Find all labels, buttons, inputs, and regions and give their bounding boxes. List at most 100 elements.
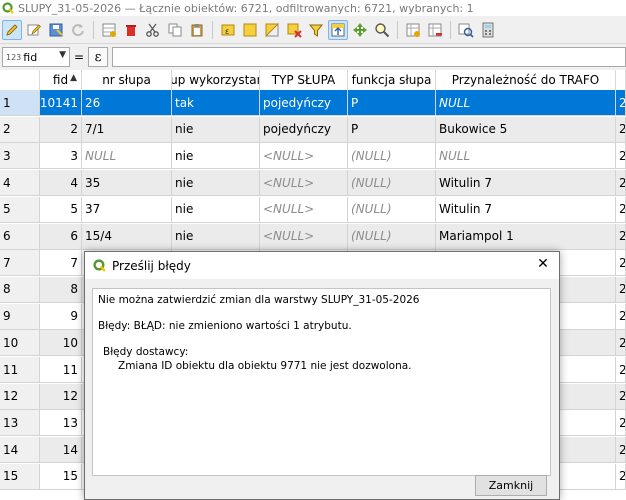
table-cell[interactable]: 2: [616, 357, 626, 383]
delete-feature-button[interactable]: [121, 20, 141, 40]
save-edits-button[interactable]: [46, 20, 66, 40]
table-cell[interactable]: 2: [616, 437, 626, 464]
table-cell[interactable]: 12: [40, 383, 82, 410]
toggle-editing-button[interactable]: [2, 19, 22, 40]
table-row[interactable]: 2 2 7/1 nie pojedyńczy P Bukowice 52: [0, 116, 626, 143]
table-cell[interactable]: 9: [40, 303, 82, 330]
new-field-button[interactable]: [403, 20, 423, 40]
table-cell[interactable]: NULL: [436, 90, 616, 116]
row-number[interactable]: 12: [0, 383, 40, 410]
table-cell[interactable]: 2: [616, 90, 626, 116]
expression-builder-button[interactable]: ε: [88, 47, 108, 67]
row-number[interactable]: 11: [0, 357, 40, 383]
row-number[interactable]: 10: [0, 330, 40, 357]
row-number[interactable]: 13: [0, 410, 40, 437]
table-cell[interactable]: nie: [172, 116, 260, 143]
deselect-all-button[interactable]: [284, 20, 304, 40]
table-cell[interactable]: 2: [616, 383, 626, 410]
invert-selection-button[interactable]: [262, 20, 282, 40]
table-cell[interactable]: 2: [616, 116, 626, 143]
table-cell[interactable]: 3: [40, 143, 82, 170]
table-cell[interactable]: 7: [40, 250, 82, 277]
table-cell[interactable]: 15/4: [82, 223, 172, 250]
column-header[interactable]: łup wykorzystan: [172, 70, 260, 90]
multi-edit-button[interactable]: [24, 20, 44, 40]
close-button[interactable]: Zamknij: [475, 475, 547, 496]
row-number[interactable]: 1: [0, 90, 40, 116]
table-cell[interactable]: 2: [616, 276, 626, 303]
table-cell[interactable]: (NULL): [348, 170, 436, 197]
table-row[interactable]: 3 3 NULL nie <NULL> (NULL) NULL 2: [0, 143, 626, 170]
row-number[interactable]: 5: [0, 196, 40, 223]
row-number[interactable]: 9: [0, 303, 40, 330]
column-header[interactable]: funkcja słupa: [348, 70, 436, 90]
close-icon[interactable]: ✕: [535, 256, 551, 272]
column-header[interactable]: Przynależność do TRAFO: [436, 70, 616, 90]
column-header[interactable]: fid ▲: [40, 70, 82, 90]
row-number[interactable]: 15: [0, 463, 40, 490]
table-row[interactable]: 5 5 37 nie <NULL> (NULL) Witulin 72: [0, 196, 626, 223]
table-cell[interactable]: nie: [172, 170, 260, 197]
table-cell[interactable]: 8: [40, 276, 82, 303]
table-cell[interactable]: 37: [82, 196, 172, 223]
table-row[interactable]: 6 6 15/4 nie <NULL> (NULL) Mariampol 12: [0, 223, 626, 250]
pan-to-selection-button[interactable]: [350, 20, 370, 40]
table-cell[interactable]: tak: [172, 90, 260, 116]
cut-button[interactable]: [143, 20, 163, 40]
conditional-formatting-button[interactable]: [456, 20, 476, 40]
table-cell[interactable]: Bukowice 5: [436, 116, 616, 143]
table-cell[interactable]: 14: [40, 437, 82, 464]
row-number[interactable]: 2: [0, 116, 40, 143]
table-cell[interactable]: NULL: [436, 143, 616, 170]
zoom-to-selection-button[interactable]: [372, 20, 392, 40]
table-cell[interactable]: 2: [616, 463, 626, 490]
table-cell[interactable]: 2: [616, 170, 626, 197]
column-header[interactable]: nr słupa: [82, 70, 172, 90]
move-selection-to-top-button[interactable]: [328, 19, 348, 40]
add-feature-button[interactable]: [99, 20, 119, 40]
copy-button[interactable]: [165, 20, 185, 40]
table-cell[interactable]: (NULL): [348, 223, 436, 250]
delete-field-button[interactable]: [425, 20, 445, 40]
table-cell[interactable]: nie: [172, 143, 260, 170]
table-cell[interactable]: 6: [40, 223, 82, 250]
table-cell[interactable]: (NULL): [348, 196, 436, 223]
table-cell[interactable]: 2: [616, 303, 626, 330]
table-cell[interactable]: <NULL>: [260, 170, 348, 197]
table-cell[interactable]: 4: [40, 170, 82, 197]
table-cell[interactable]: NULL: [82, 143, 172, 170]
field-selector[interactable]: 123 fid ▼: [2, 47, 70, 67]
row-number[interactable]: 6: [0, 223, 40, 250]
select-all-button[interactable]: [240, 20, 260, 40]
table-cell[interactable]: 2: [616, 143, 626, 170]
table-cell[interactable]: nie: [172, 223, 260, 250]
table-cell[interactable]: 2: [616, 196, 626, 223]
table-cell[interactable]: 10: [40, 330, 82, 357]
table-cell[interactable]: 2: [616, 250, 626, 277]
table-cell[interactable]: 10141: [40, 90, 82, 116]
table-cell[interactable]: Witulin 7: [436, 196, 616, 223]
table-cell[interactable]: 26: [82, 90, 172, 116]
table-cell[interactable]: P: [348, 90, 436, 116]
row-number[interactable]: 4: [0, 170, 40, 197]
row-number[interactable]: 3: [0, 143, 40, 170]
table-cell[interactable]: 2: [616, 330, 626, 357]
table-cell[interactable]: nie: [172, 196, 260, 223]
table-cell[interactable]: <NULL>: [260, 196, 348, 223]
table-cell[interactable]: pojedyńczy: [260, 90, 348, 116]
table-row[interactable]: 1 10141 26 tak pojedyńczy P NULL 2: [0, 90, 626, 116]
reload-button[interactable]: [68, 20, 88, 40]
header-corner[interactable]: [0, 70, 40, 90]
select-by-expression-button[interactable]: ε: [218, 20, 238, 40]
table-cell[interactable]: <NULL>: [260, 143, 348, 170]
table-row[interactable]: 4 4 35 nie <NULL> (NULL) Witulin 72: [0, 170, 626, 197]
table-cell[interactable]: pojedyńczy: [260, 116, 348, 143]
table-cell[interactable]: 15: [40, 463, 82, 490]
table-cell[interactable]: 35: [82, 170, 172, 197]
table-cell[interactable]: 13: [40, 410, 82, 437]
row-number[interactable]: 8: [0, 276, 40, 303]
expression-input[interactable]: [112, 47, 626, 67]
table-cell[interactable]: 5: [40, 196, 82, 223]
row-number[interactable]: 14: [0, 437, 40, 464]
row-number[interactable]: 7: [0, 250, 40, 277]
